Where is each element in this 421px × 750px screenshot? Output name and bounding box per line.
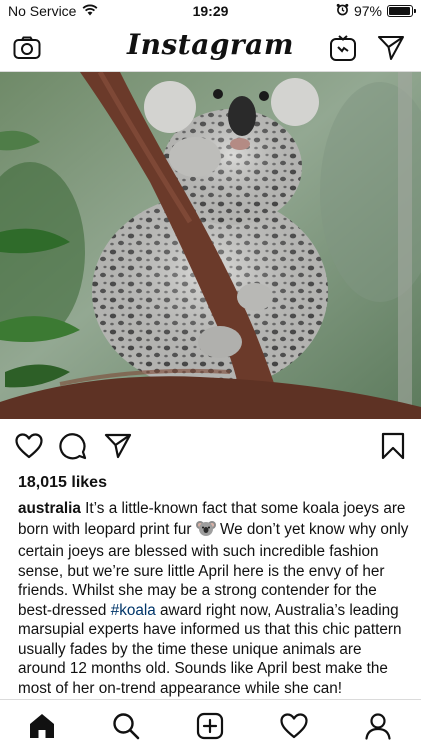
alarm-icon — [336, 3, 349, 19]
home-icon[interactable] — [26, 710, 58, 742]
post-actions — [0, 419, 421, 471]
battery-percent: 97% — [353, 3, 382, 19]
search-icon[interactable] — [110, 710, 142, 742]
wifi-icon — [82, 3, 98, 19]
post-photo-koala[interactable] — [0, 72, 421, 419]
status-right: 97% — [336, 3, 416, 19]
status-bar: No Service 19:29 97% — [0, 0, 421, 22]
add-post-icon[interactable] — [194, 710, 226, 742]
caption-hashtag[interactable]: #koala — [111, 602, 156, 619]
bottom-tab-bar — [0, 699, 421, 750]
share-icon[interactable] — [103, 431, 133, 461]
igtv-icon[interactable] — [328, 33, 358, 63]
camera-icon[interactable] — [12, 33, 42, 63]
battery-level — [389, 7, 411, 15]
profile-icon[interactable] — [362, 710, 394, 742]
battery-icon — [387, 5, 416, 17]
activity-heart-icon[interactable] — [278, 710, 310, 742]
status-left: No Service — [8, 3, 98, 19]
direct-send-icon[interactable] — [376, 33, 406, 63]
comment-icon[interactable] — [58, 431, 88, 461]
app-header: Instagram — [0, 22, 421, 72]
caption-username[interactable]: australia — [18, 500, 81, 517]
bookmark-icon[interactable] — [378, 431, 408, 461]
koala-emoji-icon — [195, 519, 216, 543]
likes-count[interactable]: 18,015 likes — [18, 474, 107, 492]
carrier-label: No Service — [8, 3, 77, 19]
post-caption: australia It’s a little-known fact that … — [18, 499, 410, 698]
heart-icon[interactable] — [14, 431, 44, 461]
